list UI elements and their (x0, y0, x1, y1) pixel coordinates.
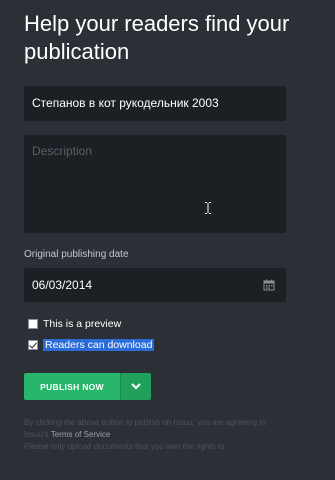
preview-checkbox[interactable] (28, 319, 38, 329)
publish-options-dropdown[interactable] (120, 373, 151, 400)
disclaimer-line-1: By clicking the above button to publish … (24, 418, 266, 427)
preview-option[interactable]: This is a preview (28, 318, 121, 330)
disclaimer-line-2: Issuu's Terms of Service (24, 429, 324, 441)
disclaimer-prefix: Issuu's (24, 430, 51, 439)
publishing-date-input[interactable]: 06/03/2014 (24, 268, 286, 302)
download-checkbox[interactable] (28, 340, 38, 350)
title-input[interactable]: Степанов в кот рукодельник 2003 (24, 86, 286, 121)
disclaimer-line-3: Please only upload documents that you ow… (24, 442, 227, 451)
download-label: Readers can download (43, 339, 155, 351)
terms-of-service-link[interactable]: Terms of Service (51, 430, 111, 439)
text-cursor-icon (205, 202, 211, 214)
publishing-date-label: Original publishing date (24, 249, 129, 260)
page-title: Help your readers find your publication (24, 11, 290, 64)
publish-now-button[interactable]: PUBLISH NOW (24, 373, 120, 400)
download-option[interactable]: Readers can download (28, 339, 155, 351)
chevron-down-icon (131, 383, 141, 390)
publish-button-group: PUBLISH NOW (24, 373, 151, 400)
terms-disclaimer: By clicking the above button to publish … (24, 417, 324, 453)
preview-label: This is a preview (43, 318, 122, 330)
calendar-icon[interactable] (263, 279, 275, 291)
description-textarea[interactable] (24, 135, 286, 233)
